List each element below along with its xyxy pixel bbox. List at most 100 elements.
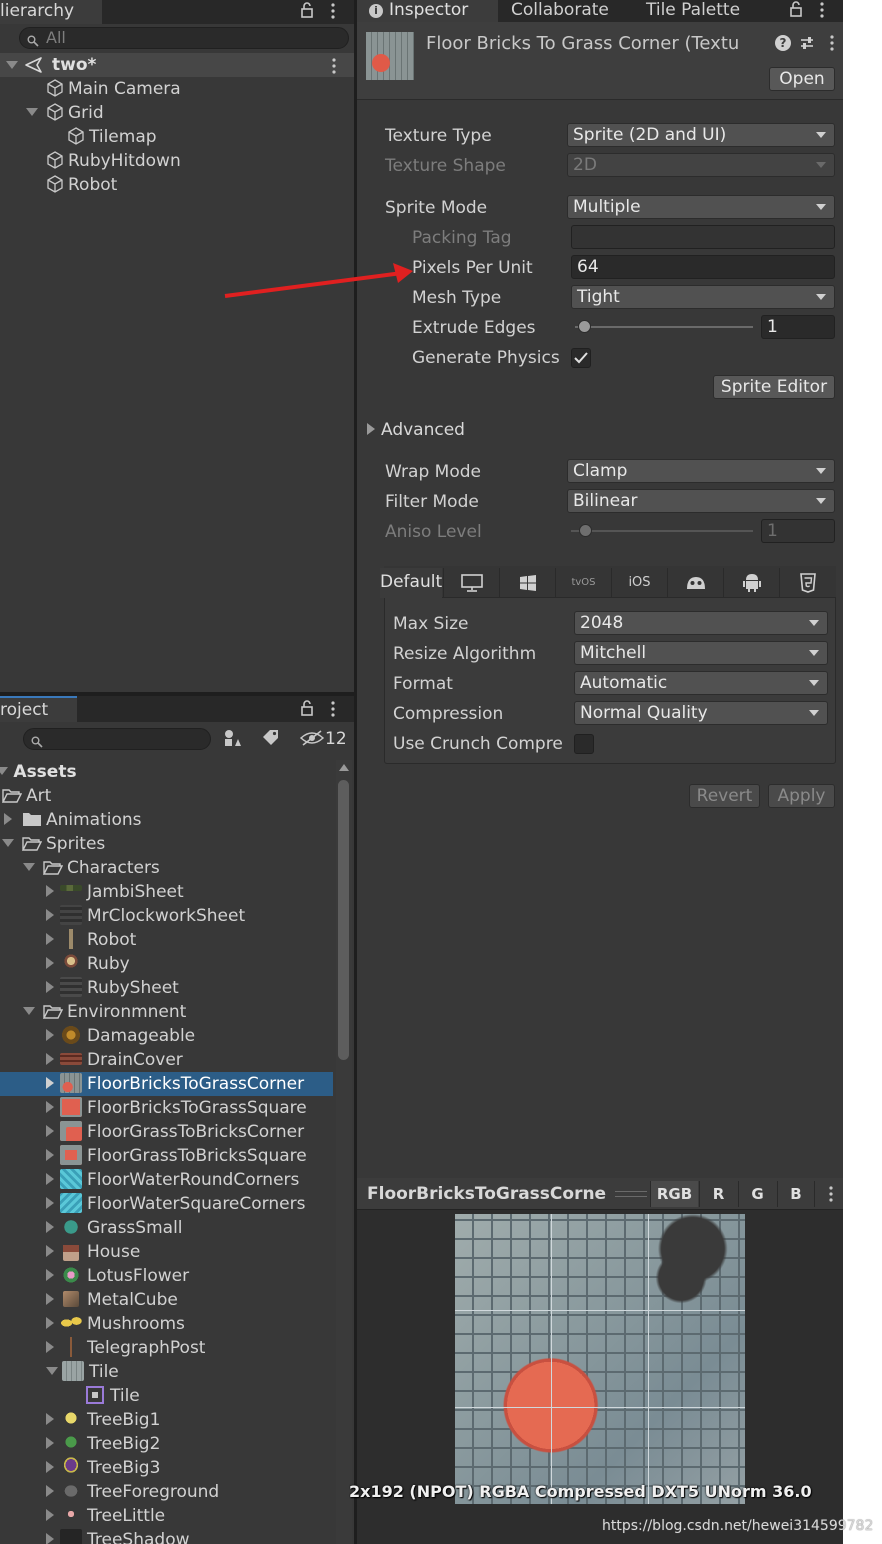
project-tree-item[interactable]: House (46, 1240, 140, 1264)
more-options-icon[interactable] (330, 701, 336, 722)
collapse-arrow-icon[interactable] (46, 1485, 54, 1497)
project-tree-item[interactable]: TelegraphPost (46, 1336, 205, 1360)
packing-tag-field[interactable] (571, 225, 835, 249)
preview-menu-icon[interactable] (828, 1186, 834, 1207)
header-menu-icon[interactable] (829, 35, 835, 56)
project-tree-item[interactable]: Robot (46, 928, 136, 952)
filter-by-type-icon[interactable] (222, 728, 242, 753)
tab-inspector[interactable]: i Inspector (357, 0, 498, 22)
extrude-edges-slider-knob[interactable] (578, 320, 591, 333)
pixels-per-unit-field[interactable]: 64 (571, 255, 835, 279)
platform-tab-default[interactable]: Default (380, 568, 442, 598)
scene-row[interactable]: two* (0, 53, 354, 77)
expand-arrow-icon[interactable] (46, 1367, 58, 1375)
use-crunch-checkbox[interactable] (574, 734, 594, 754)
project-tree-item[interactable]: Art (2, 784, 51, 808)
platform-tab-android[interactable] (723, 568, 779, 598)
collapse-arrow-icon[interactable] (46, 1221, 54, 1233)
expand-arrow-icon[interactable] (23, 1007, 35, 1015)
project-tree-item[interactable]: MrClockworkSheet (46, 904, 245, 928)
platform-tab-html5[interactable] (779, 568, 835, 598)
project-tree-item[interactable]: JambiSheet (46, 880, 184, 904)
collapse-arrow-icon[interactable] (46, 1293, 54, 1305)
project-tree-item[interactable]: TreeLittle (46, 1504, 165, 1528)
expand-arrow-icon[interactable] (2, 839, 14, 847)
project-tree-item[interactable]: FloorBricksToGrassSquare (46, 1096, 307, 1120)
collapse-arrow-icon[interactable] (46, 1149, 54, 1161)
project-tree-item[interactable]: TreeBig2 (46, 1432, 160, 1456)
project-tree-item[interactable]: Tile (86, 1384, 140, 1408)
project-tree-item-selected[interactable]: FloorBricksToGrassCorner (0, 1072, 333, 1096)
project-tree-item[interactable]: Damageable (46, 1024, 195, 1048)
compression-dropdown[interactable]: Normal Quality (574, 701, 828, 725)
channel-r-button[interactable]: R (699, 1181, 737, 1207)
project-tree-item[interactable]: LotusFlower (46, 1264, 189, 1288)
collapse-arrow-icon[interactable] (46, 1029, 54, 1041)
more-options-icon[interactable] (330, 3, 336, 24)
collapse-arrow-icon[interactable] (46, 1197, 54, 1209)
lock-icon[interactable] (789, 1, 803, 22)
project-scrollbar[interactable] (336, 760, 352, 1544)
channel-b-button[interactable]: B (777, 1181, 815, 1207)
sprite-editor-button[interactable]: Sprite Editor (713, 375, 835, 399)
collapse-arrow-icon[interactable] (46, 1269, 54, 1281)
project-tree-item[interactable]: Animations (4, 808, 142, 832)
mesh-type-dropdown[interactable]: Tight (571, 285, 835, 309)
platform-tab-webgl[interactable] (667, 568, 723, 598)
collapse-arrow-icon[interactable] (46, 885, 54, 897)
wrap-mode-dropdown[interactable]: Clamp (567, 459, 835, 483)
help-icon[interactable]: ? (775, 35, 791, 51)
scroll-up-icon[interactable] (339, 764, 349, 771)
apply-button[interactable]: Apply (768, 784, 835, 808)
platform-tab-windows[interactable] (499, 568, 555, 598)
project-tree-item[interactable]: Sprites (2, 832, 105, 856)
hierarchy-tab[interactable]: lierarchy (0, 0, 102, 24)
generate-physics-checkbox[interactable] (571, 348, 591, 368)
collapse-arrow-icon[interactable] (4, 813, 12, 825)
texture-type-dropdown[interactable]: Sprite (2D and UI) (567, 123, 835, 147)
project-tree-item[interactable]: FloorWaterRoundCorners (46, 1168, 299, 1192)
platform-tab-tvos[interactable]: tvOS (555, 568, 611, 598)
hierarchy-item[interactable]: Robot (46, 173, 117, 197)
extrude-edges-slider-track[interactable] (575, 326, 753, 328)
project-tree-item[interactable]: FloorWaterSquareCorners (46, 1192, 305, 1216)
resize-algorithm-dropdown[interactable]: Mitchell (574, 641, 828, 665)
advanced-foldout[interactable]: Advanced (367, 418, 465, 442)
hierarchy-item[interactable]: Tilemap (67, 125, 157, 149)
filter-by-label-icon[interactable] (261, 729, 281, 752)
hierarchy-item[interactable]: RubyHitdown (46, 149, 181, 173)
collapse-arrow-icon[interactable] (46, 1317, 54, 1329)
project-tree-item[interactable]: Environmnent (23, 1000, 186, 1024)
revert-button[interactable]: Revert (689, 784, 760, 808)
collapse-arrow-icon[interactable] (46, 1173, 54, 1185)
project-tree-item[interactable]: TreeForeground (46, 1480, 219, 1504)
project-tree-item[interactable]: FloorGrassToBricksSquare (46, 1144, 307, 1168)
collapse-arrow-icon[interactable] (46, 933, 54, 945)
collapse-arrow-icon[interactable] (46, 1125, 54, 1137)
collapse-arrow-icon[interactable] (46, 1245, 54, 1257)
project-tree-item[interactable]: GrassSmall (46, 1216, 183, 1240)
platform-tab-ios[interactable]: iOS (611, 568, 667, 598)
project-tree-item[interactable]: TreeBig3 (46, 1456, 160, 1480)
project-tree-item[interactable]: RubySheet (46, 976, 179, 1000)
scrollbar-thumb[interactable] (338, 780, 349, 1060)
project-tree-item[interactable]: FloorGrassToBricksCorner (46, 1120, 304, 1144)
expand-arrow-icon[interactable] (26, 108, 38, 116)
project-tree-item[interactable]: DrainCover (46, 1048, 183, 1072)
project-tree-item[interactable]: Mushrooms (46, 1312, 185, 1336)
project-tree-item[interactable]: Ruby (46, 952, 130, 976)
expand-arrow-icon[interactable] (6, 61, 18, 69)
tab-tile-palette[interactable]: Tile Palette (646, 0, 740, 22)
collapse-arrow-icon[interactable] (46, 909, 54, 921)
project-tree-item[interactable]: MetalCube (46, 1288, 178, 1312)
collapse-arrow-icon[interactable] (46, 1341, 54, 1353)
project-tree-item[interactable]: Characters (23, 856, 160, 880)
collapse-arrow-icon[interactable] (46, 1533, 54, 1544)
more-options-icon[interactable] (819, 2, 825, 23)
project-tree-item[interactable]: TreeShadow (46, 1528, 190, 1544)
expand-arrow-icon[interactable] (0, 767, 8, 775)
preset-icon[interactable] (799, 35, 815, 56)
hidden-packages-icon[interactable] (299, 730, 325, 751)
tab-collaborate[interactable]: Collaborate (511, 0, 609, 22)
expand-arrow-icon[interactable] (23, 863, 35, 871)
